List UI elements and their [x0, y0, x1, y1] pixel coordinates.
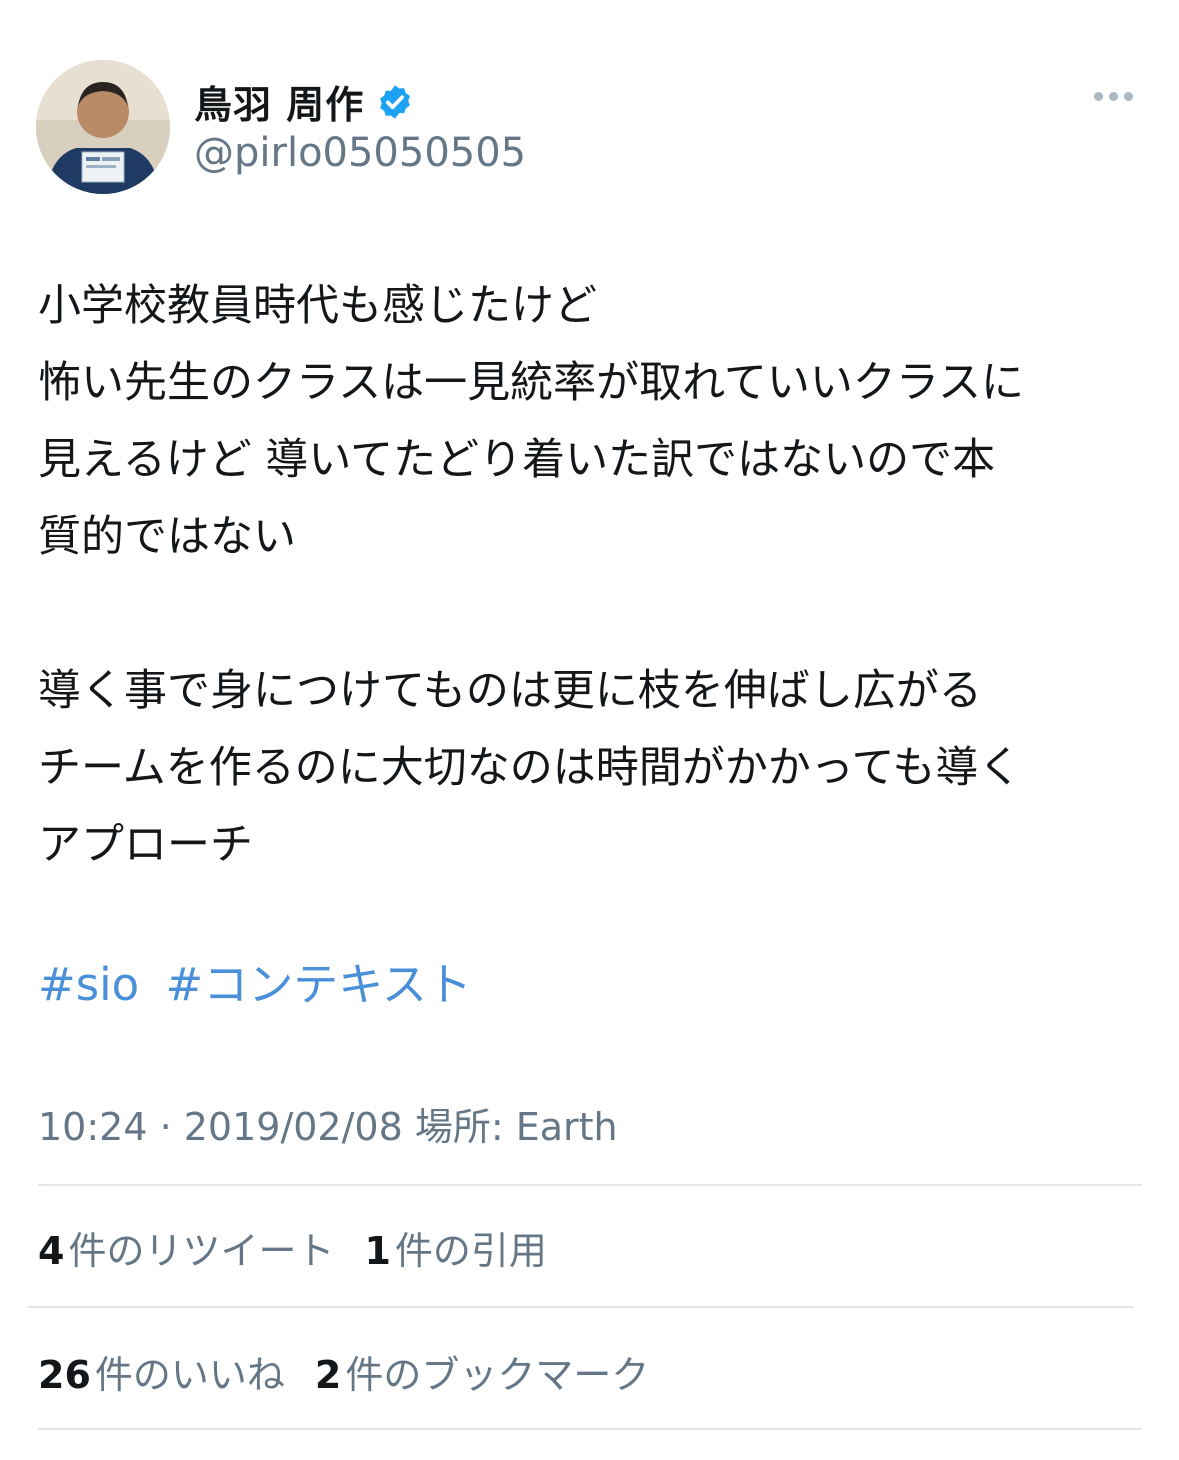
more-options-icon[interactable]: [1094, 92, 1133, 101]
author-handle[interactable]: @pirlo05050505: [194, 130, 526, 176]
hashtag-link[interactable]: #sio: [38, 958, 139, 1011]
quotes-stat[interactable]: 1 件の引用: [364, 1220, 546, 1275]
author-name-row: 鳥羽 周作: [194, 74, 414, 129]
verified-badge-icon: [380, 84, 411, 119]
tweet-text: 小学校教員時代も感じたけど 怖い先生のクラスは一見統率が取れていいクラスに 見え…: [38, 281, 1024, 870]
divider: [28, 1306, 1134, 1308]
avatar[interactable]: [36, 60, 170, 194]
retweet-quote-stats: 4 件のリツイート 1 件の引用: [38, 1220, 577, 1275]
likes-stat[interactable]: 26 件のいいね: [38, 1344, 285, 1399]
divider: [38, 1428, 1142, 1430]
profile-photo: [36, 60, 170, 194]
bookmarks-stat[interactable]: 2 件のブックマーク: [315, 1344, 649, 1399]
hashtags: #sio #コンテキスト: [38, 948, 484, 1013]
divider: [38, 1184, 1142, 1186]
like-bookmark-stats: 26 件のいいね 2 件のブックマーク: [38, 1344, 679, 1399]
retweets-stat[interactable]: 4 件のリツイート: [38, 1220, 334, 1275]
author-name[interactable]: 鳥羽 周作: [194, 74, 364, 129]
tweet-timestamp-location: 10:24 · 2019/02/08 場所: Earth: [38, 1105, 618, 1149]
hashtag-link[interactable]: #コンテキスト: [166, 958, 472, 1011]
